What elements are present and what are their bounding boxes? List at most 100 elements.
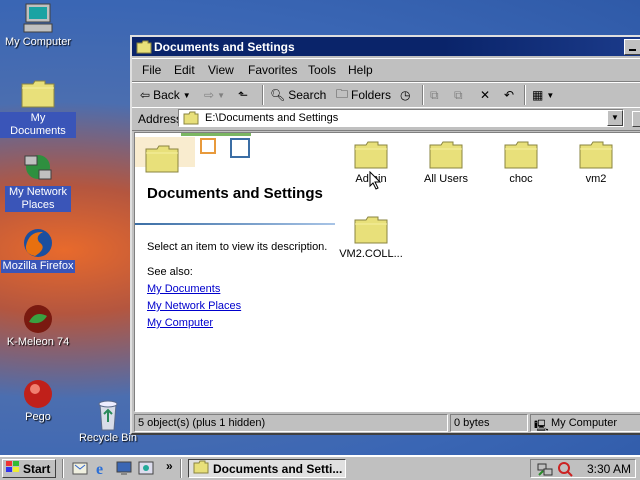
up-folder-button[interactable]: ⬑: [238, 86, 248, 104]
desktop-icon-label: K-Meleon 74: [6, 336, 70, 348]
desktop-icon-my-network-places[interactable]: My Network Places: [0, 152, 76, 212]
desktop-icon-k-meleon[interactable]: K-Meleon 74: [0, 302, 76, 349]
system-tray: 3:30 AM: [530, 459, 636, 478]
folders-icon: 🗀: [336, 86, 349, 101]
address-go-button[interactable]: [632, 111, 640, 127]
folder-item-vm2-coll[interactable]: VM2.COLL...: [335, 214, 407, 260]
back-label: Back: [153, 88, 180, 102]
chevron-down-icon: ▼: [217, 90, 225, 100]
network-tray-icon[interactable]: [537, 461, 553, 480]
desktop-icon-my-documents[interactable]: My Documents: [0, 78, 76, 138]
folder-icon: [354, 139, 388, 169]
undo-button[interactable]: ↶: [504, 86, 514, 104]
panel-description: Select an item to view its description.: [147, 241, 328, 253]
folder-icon: [183, 111, 199, 128]
folders-button[interactable]: 🗀 Folders: [336, 86, 391, 104]
desktop-icon-label: My Computer: [4, 36, 72, 48]
quicklaunch-outlook-icon[interactable]: [72, 460, 88, 476]
minimize-button[interactable]: [624, 39, 640, 55]
address-dropdown-button[interactable]: ▼: [607, 110, 623, 126]
taskbar-item-label: Documents and Setti...: [213, 461, 343, 476]
taskbar: Start e » Documents and Setti... 3:30 AM: [0, 455, 640, 480]
search-label: Search: [288, 88, 327, 102]
search-button[interactable]: 🔍︎ Search: [270, 86, 326, 104]
folder-item-vm2[interactable]: vm2: [560, 139, 632, 185]
desktop-icon-pego[interactable]: Pego: [0, 377, 76, 424]
web-view-panel: Documents and Settings Select an item to…: [135, 133, 337, 411]
folder-icon: [354, 214, 388, 244]
quicklaunch-chevron[interactable]: »: [166, 459, 173, 473]
status-size: 0 bytes: [450, 414, 528, 432]
computer-icon: [21, 2, 55, 36]
desktop-icon-label: My Network Places: [5, 186, 71, 212]
title-bar[interactable]: Documents and Settings: [132, 37, 640, 56]
move-to-icon: ⧉: [430, 87, 439, 102]
status-zone-label: My Computer: [551, 417, 618, 429]
views-icon: ▦: [532, 88, 544, 102]
back-button[interactable]: ⇦ Back ▼: [140, 86, 191, 104]
desktop-icon-my-computer[interactable]: My Computer: [0, 2, 76, 49]
forward-arrow-icon: ⇨: [204, 88, 215, 102]
folder-icon: [579, 139, 613, 169]
folder-label: All Users: [423, 173, 468, 185]
firefox-icon: [21, 226, 55, 260]
up-folder-icon: ⬑: [238, 88, 249, 102]
pego-icon: [21, 377, 55, 411]
security-tray-icon[interactable]: [557, 461, 573, 480]
start-label: Start: [23, 461, 51, 476]
folder-item-all-users[interactable]: All Users: [410, 139, 482, 185]
folder-icon: [429, 139, 463, 169]
delete-icon: ✕: [480, 88, 491, 102]
back-arrow-icon: ⇦: [140, 88, 151, 102]
toolbar: ⇦ Back ▼ ⇨ ▼ ⬑ 🔍︎ Search 🗀 Folders ◷ ⧉ ⧉…: [132, 82, 640, 108]
menu-edit[interactable]: Edit: [174, 63, 195, 77]
menu-help[interactable]: Help: [348, 63, 373, 77]
desktop-icon-label: My Documents: [0, 112, 76, 138]
chevron-down-icon: ▼: [546, 90, 555, 100]
forward-button[interactable]: ⇨ ▼: [204, 86, 225, 104]
quicklaunch-media-icon[interactable]: [138, 460, 154, 476]
views-button[interactable]: ▦ ▼: [532, 86, 554, 104]
folder-icon: [193, 460, 209, 477]
menu-favorites[interactable]: Favorites: [248, 63, 297, 77]
menu-tools[interactable]: Tools: [308, 63, 336, 77]
folder-item-choc[interactable]: choc: [485, 139, 557, 185]
toolbar-separator: [422, 85, 424, 105]
toolbar-separator: [524, 85, 526, 105]
history-button[interactable]: ◷: [400, 86, 410, 104]
clock: 3:30 AM: [587, 462, 632, 476]
status-bar: 5 object(s) (plus 1 hidden) 0 bytes 🖳 My…: [134, 414, 640, 432]
folder-label: vm2: [585, 173, 607, 185]
quicklaunch-show-desktop-icon[interactable]: [116, 460, 132, 476]
delete-button[interactable]: ✕: [480, 86, 490, 104]
taskbar-item-documents-and-settings[interactable]: Documents and Setti...: [188, 459, 346, 478]
status-object-count: 5 object(s) (plus 1 hidden): [134, 414, 448, 432]
explorer-window: Documents and Settings File Edit View Fa…: [130, 35, 640, 435]
address-bar: Address E:\Documents and Settings ▼: [132, 107, 640, 131]
quicklaunch-internet-explorer-icon[interactable]: e: [94, 460, 110, 478]
address-label: Address: [138, 112, 183, 126]
k-meleon-icon: [21, 302, 55, 336]
folder-icon: [21, 78, 55, 112]
start-button[interactable]: Start: [2, 459, 56, 478]
menu-file[interactable]: File: [142, 63, 161, 77]
address-input[interactable]: E:\Documents and Settings ▼: [178, 109, 624, 127]
move-to-button[interactable]: ⧉: [430, 86, 439, 104]
folder-label: VM2.COLL...: [339, 248, 403, 260]
menu-view[interactable]: View: [208, 63, 234, 77]
folders-label: Folders: [351, 88, 392, 102]
link-my-documents[interactable]: My Documents: [147, 283, 220, 295]
folder-icon: [504, 139, 538, 169]
menu-bar: File Edit View Favorites Tools Help: [132, 58, 640, 82]
link-my-computer[interactable]: My Computer: [147, 317, 213, 329]
taskbar-separator: [180, 459, 182, 478]
link-my-network-places[interactable]: My Network Places: [147, 300, 241, 312]
mouse-cursor-icon: [369, 171, 382, 190]
desktop-icon-mozilla-firefox[interactable]: Mozilla Firefox: [0, 226, 76, 273]
status-zone: 🖳 My Computer: [530, 414, 640, 432]
windows-logo-icon: [5, 460, 21, 477]
copy-to-button[interactable]: ⧉: [454, 86, 463, 104]
svg-text:e: e: [96, 461, 103, 476]
panel-title: Documents and Settings: [147, 185, 323, 202]
desktop: My Computer My Documents My Network Plac…: [0, 0, 640, 455]
